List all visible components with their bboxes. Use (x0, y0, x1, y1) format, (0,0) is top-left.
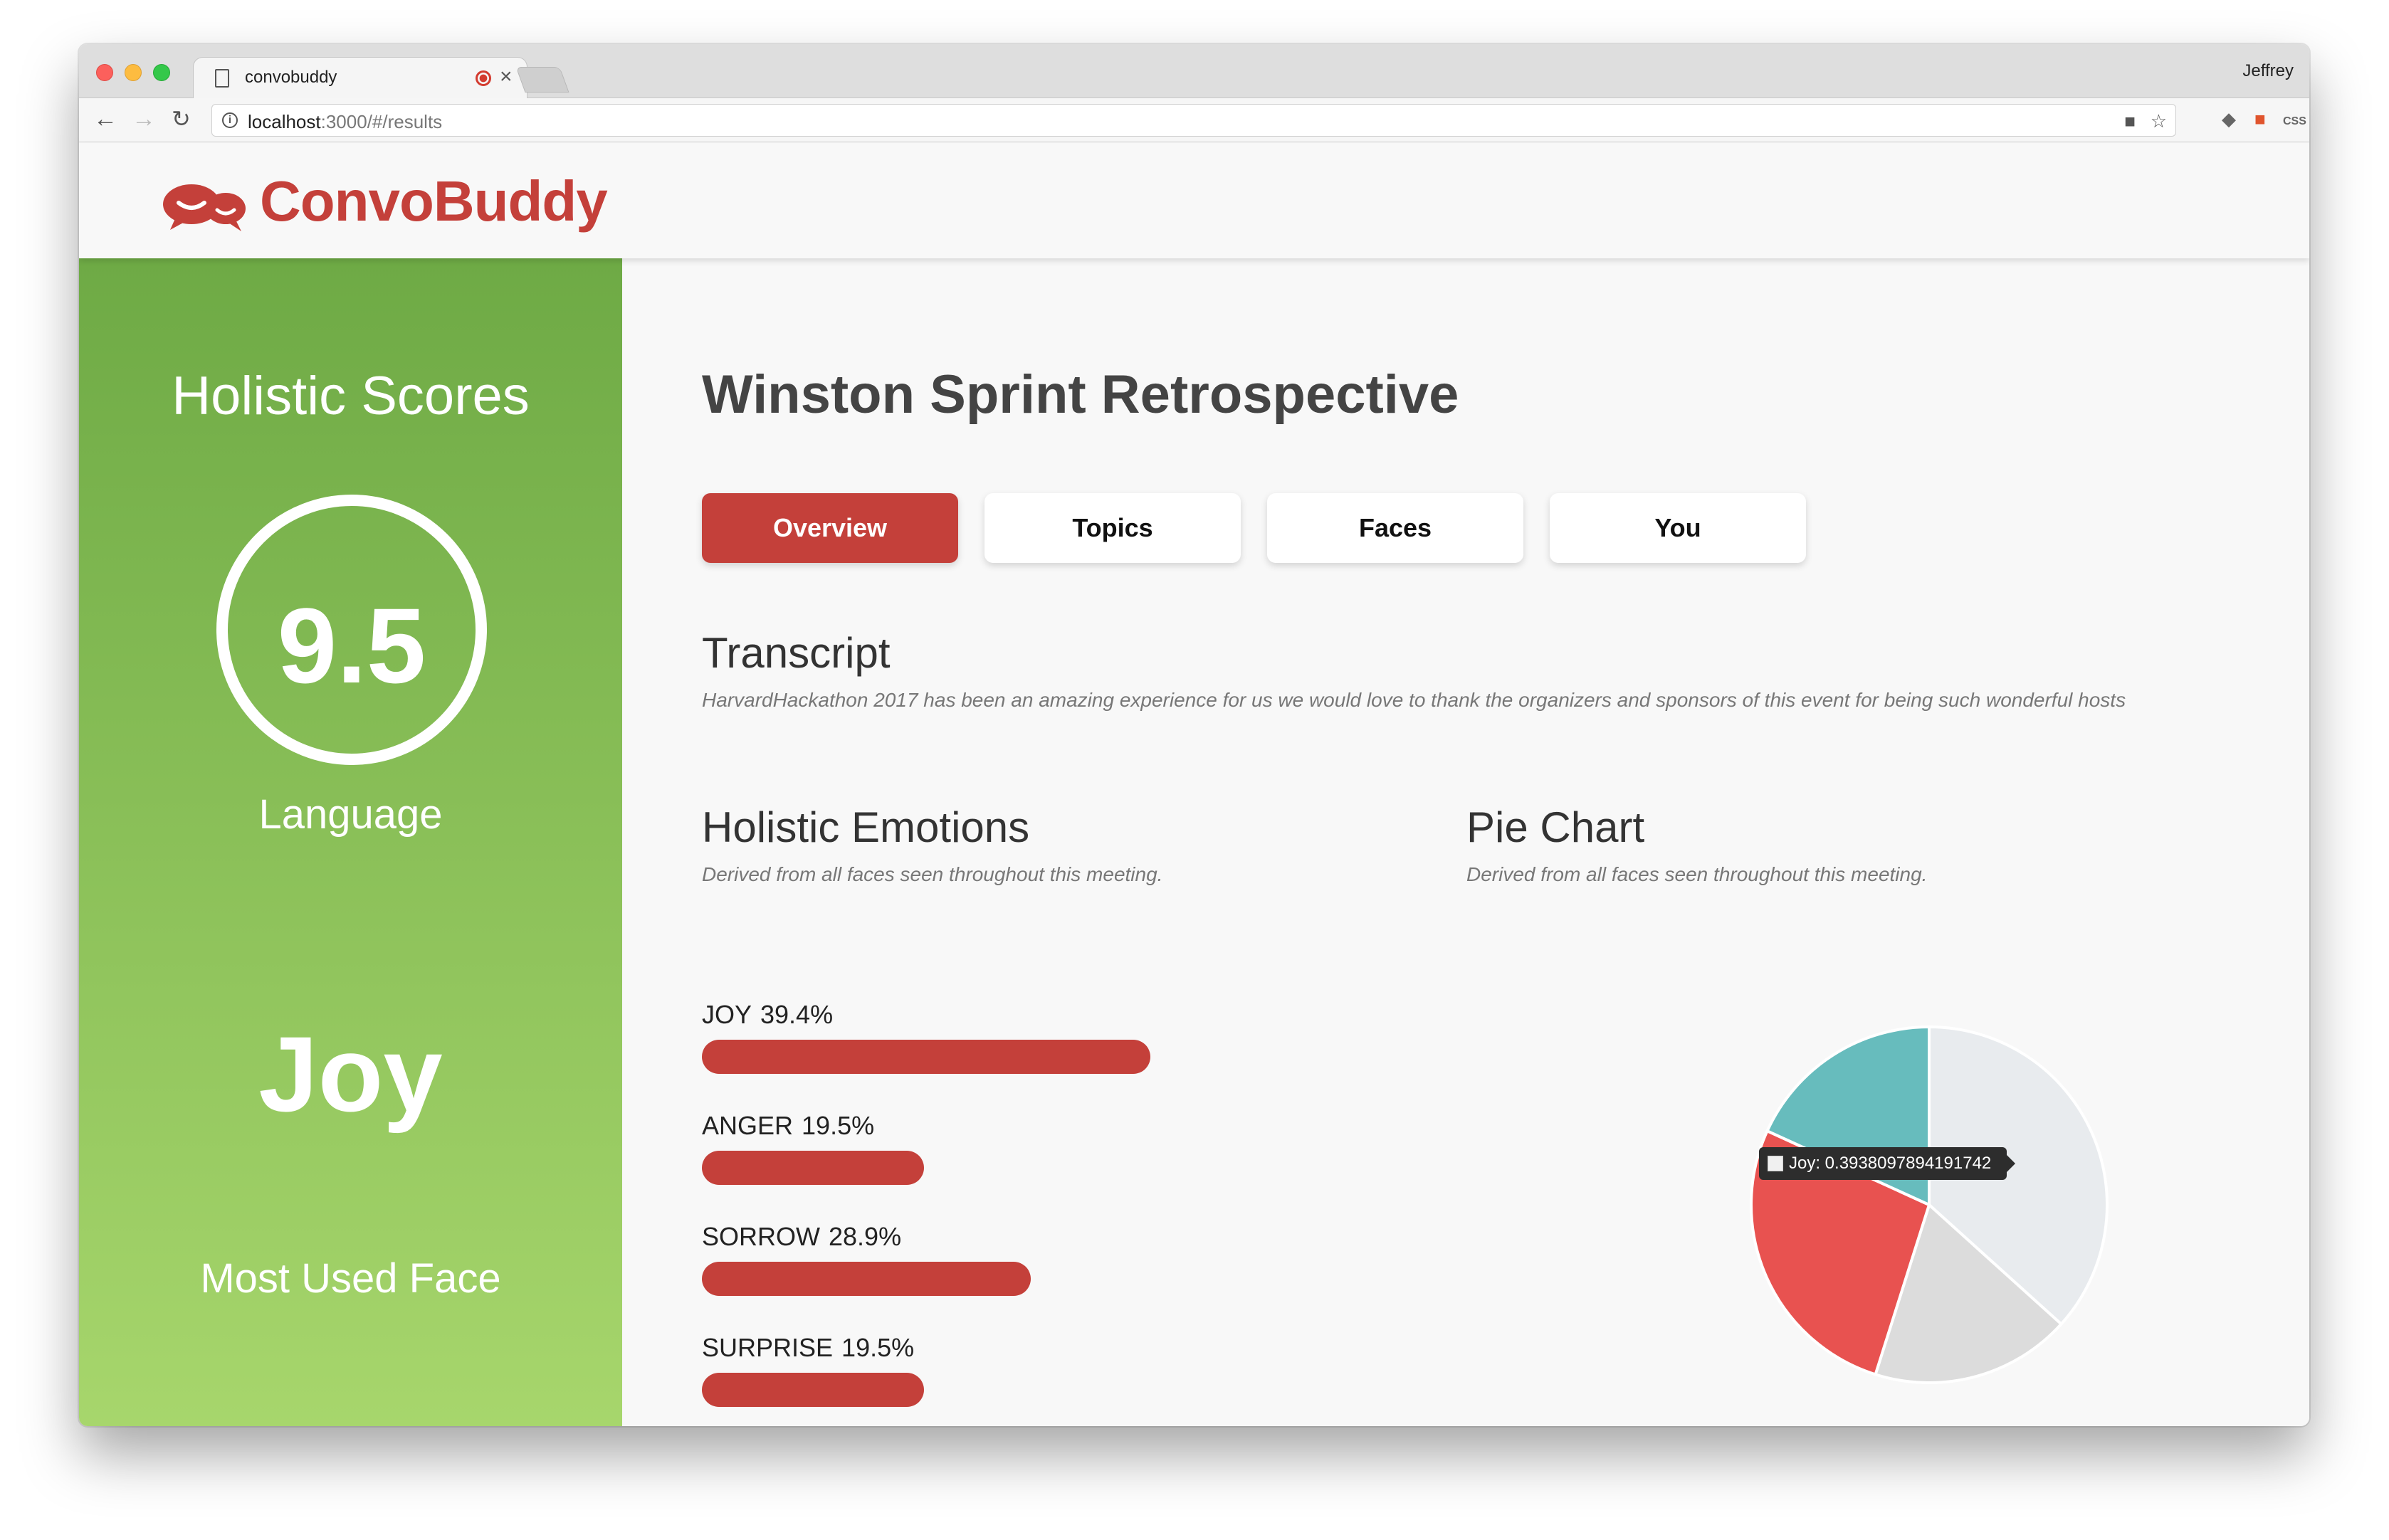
pie-tooltip: Joy: 0.3938097894191742 (1759, 1147, 2016, 1180)
back-arrow-icon[interactable]: ← (93, 107, 117, 131)
extension-icon[interactable]: ■ (2254, 108, 2266, 130)
emotion-name: ANGER (702, 1111, 794, 1140)
tab-faces[interactable]: Faces (1267, 493, 1523, 563)
results-main: Winston Sprint Retrospective Overview To… (622, 258, 2309, 1426)
emotion-item-joy: JOY 39.4% (702, 1000, 1343, 1099)
browser-window: convobuddy × Jeffrey ← → ↻ i localhost:3… (79, 44, 2309, 1426)
recording-icon (476, 70, 491, 86)
holistic-emotions-heading: Holistic Emotions (702, 803, 1030, 851)
camera-icon[interactable]: ■ (2124, 110, 2136, 132)
logo-icon (163, 184, 246, 231)
emotion-name: SURPRISE (702, 1333, 834, 1362)
minimize-window-button[interactable] (125, 64, 142, 81)
reload-icon[interactable]: ↻ (172, 107, 191, 131)
emotion-pie-chart[interactable] (1744, 1020, 2114, 1390)
emotion-item-sorrow: SORROW 28.9% (702, 1222, 1343, 1322)
pie-chart-heading: Pie Chart (1466, 803, 1645, 851)
close-tab-icon[interactable]: × (500, 65, 513, 89)
emotion-bar (702, 1151, 924, 1185)
emotion-label: JOY 39.4% (702, 1000, 833, 1030)
most-used-face-label: Most Used Face (200, 1255, 501, 1302)
emotion-bar (702, 1373, 924, 1407)
emotion-label: SORROW 28.9% (702, 1222, 901, 1252)
sidebar-title: Holistic Scores (172, 366, 530, 426)
transcript-heading: Transcript (702, 629, 891, 677)
emotion-name: SORROW (702, 1222, 820, 1251)
most-used-emotion: Joy (258, 1014, 443, 1134)
emotion-percent: 19.5% (841, 1333, 915, 1362)
emotion-label: ANGER 19.5% (702, 1111, 874, 1141)
emotion-name: JOY (702, 1000, 752, 1029)
tooltip-swatch (1768, 1156, 1783, 1171)
holistic-emotions-subtitle: Derived from all faces seen throughout t… (702, 863, 1163, 885)
pie-chart-subtitle: Derived from all faces seen throughout t… (1466, 863, 1928, 885)
browser-toolbar: ← → ↻ i localhost:3000/#/results ■ ☆ ◆ ■… (79, 98, 2309, 142)
tooltip-arrow (2007, 1155, 2016, 1172)
emotion-percent: 19.5% (802, 1111, 875, 1140)
language-score-label: Language (258, 791, 443, 838)
url-path: :3000/#/results (320, 111, 443, 132)
emotion-item-anger: ANGER 19.5% (702, 1111, 1343, 1211)
transcript-text: HarvardHackathon 2017 has been an amazin… (702, 689, 2126, 711)
tab-you[interactable]: You (1550, 493, 1806, 563)
close-window-button[interactable] (96, 64, 113, 81)
emotion-bar (702, 1040, 1150, 1074)
maximize-window-button[interactable] (153, 64, 170, 81)
browser-tab-bar: convobuddy × Jeffrey (79, 44, 2309, 98)
emotion-label: SURPRISE 19.5% (702, 1333, 914, 1363)
url-text[interactable]: localhost:3000/#/results (248, 111, 442, 133)
emotion-percent: 39.4% (760, 1000, 834, 1029)
emotion-item-surprise: SURPRISE 19.5% (702, 1333, 1343, 1426)
language-score-value: 9.5 (277, 586, 426, 705)
tab-overview[interactable]: Overview (702, 493, 958, 563)
bookmark-star-icon[interactable]: ☆ (2151, 110, 2167, 132)
address-bar[interactable]: i localhost:3000/#/results ■ ☆ (211, 104, 2176, 137)
score-ring: 9.5 (216, 495, 487, 765)
browser-tab[interactable]: convobuddy × (193, 57, 527, 98)
url-host: localhost (248, 111, 321, 132)
info-icon[interactable]: i (222, 112, 238, 128)
profile-name[interactable]: Jeffrey (2242, 61, 2294, 81)
tab-title: convobuddy (245, 68, 337, 87)
forward-arrow-icon[interactable]: → (132, 107, 156, 131)
page-icon (215, 69, 229, 88)
emotion-bar (702, 1262, 1031, 1296)
tooltip-text: Joy: 0.3938097894191742 (1789, 1154, 1992, 1173)
new-tab-button[interactable] (515, 67, 569, 93)
app-header: ConvoBuddy (79, 143, 2309, 258)
logo-text[interactable]: ConvoBuddy (260, 169, 608, 234)
emotion-percent: 28.9% (829, 1222, 902, 1251)
meeting-title: Winston Sprint Retrospective (702, 364, 1459, 425)
tab-topics[interactable]: Topics (985, 493, 1241, 563)
css-extension-icon[interactable]: CSS (2283, 115, 2306, 128)
holistic-scores-sidebar: Holistic Scores 9.5 Language Joy Most Us… (79, 258, 622, 1426)
paint-bucket-icon[interactable]: ◆ (2222, 108, 2236, 130)
